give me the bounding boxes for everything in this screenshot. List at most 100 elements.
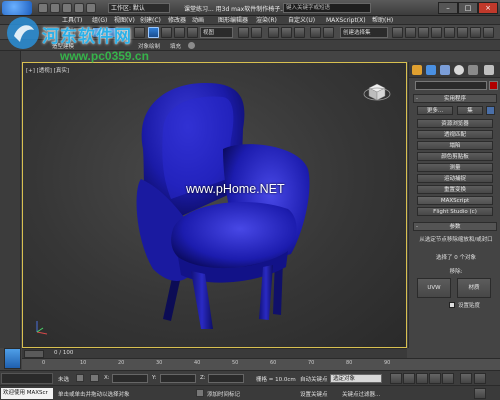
chair-model[interactable] — [123, 79, 313, 334]
material-editor-icon[interactable] — [457, 27, 468, 38]
maximize-button[interactable]: □ — [458, 2, 478, 14]
y-coordinate-label: Y: — [152, 375, 157, 381]
curve-editor-icon[interactable] — [431, 27, 442, 38]
next-frame-icon[interactable] — [429, 373, 441, 384]
viewcube-icon[interactable] — [363, 78, 391, 106]
command-panel: - 实用程序 更多... 集 资源浏览器 透视匹配 塌陷 颜色剪贴板 测量 运动… — [408, 62, 500, 348]
utility-button[interactable]: 重置变换 — [417, 185, 493, 194]
hierarchy-tab-icon[interactable] — [440, 65, 450, 75]
track-bar[interactable]: 0 10 20 30 40 50 60 70 80 90 — [22, 358, 500, 370]
search-input[interactable]: 键入关键字或短语 — [283, 3, 371, 13]
menu-maxscript[interactable]: MAXScript(X) — [326, 17, 366, 24]
y-coordinate-field[interactable] — [160, 374, 196, 383]
utility-button[interactable]: 资源浏览器 — [417, 119, 493, 128]
render-setup-icon[interactable] — [470, 27, 481, 38]
play-icon[interactable] — [416, 373, 428, 384]
maxscript-listener-top[interactable] — [1, 373, 53, 384]
utility-button[interactable]: Flight Studio (c) — [417, 207, 493, 216]
time-slider-handle[interactable] — [24, 350, 44, 358]
orbit-icon[interactable] — [474, 373, 486, 384]
menu-graph-editors[interactable]: 图形编辑器 — [218, 17, 248, 24]
display-tab-icon[interactable] — [468, 65, 478, 75]
utilities-tab-icon[interactable] — [484, 65, 494, 75]
go-to-end-icon[interactable] — [442, 373, 454, 384]
render-icon[interactable] — [483, 27, 494, 38]
utility-button[interactable]: MAXScript — [417, 196, 493, 205]
parameters-rollout-title: 参数 — [449, 224, 461, 230]
timeline-tick: 40 — [194, 360, 201, 366]
object-color-swatch[interactable] — [489, 81, 498, 90]
menu-help[interactable]: 帮助(H) — [372, 17, 393, 24]
modify-tab-icon[interactable] — [426, 65, 436, 75]
set-key-button[interactable]: 设置关键点 — [300, 390, 328, 398]
site-url: www.pc0359.cn — [60, 49, 149, 63]
time-slider[interactable]: 0 / 100 — [22, 348, 407, 358]
schematic-view-icon[interactable] — [444, 27, 455, 38]
named-selection-set-dropdown[interactable]: 创建选择集 — [340, 27, 388, 38]
uvw-button[interactable]: UVW — [417, 278, 451, 298]
material-button[interactable]: 材质 — [457, 278, 491, 298]
selection-count-text: 选择了 0 个对象 — [436, 255, 476, 261]
utility-button[interactable]: 运动捕捉 — [417, 174, 493, 183]
utility-button[interactable]: 塌陷 — [417, 141, 493, 150]
minimize-button[interactable]: – — [438, 2, 458, 14]
select-manipulate-icon[interactable] — [251, 27, 262, 38]
reset-checkbox[interactable] — [449, 302, 455, 308]
x-coordinate-field[interactable] — [112, 374, 148, 383]
go-to-start-icon[interactable] — [390, 373, 402, 384]
key-filters-button[interactable]: 关键点过滤器... — [342, 390, 380, 398]
absolute-mode-icon[interactable] — [90, 374, 99, 382]
sets-button[interactable]: 集 — [457, 106, 483, 115]
mirror-icon[interactable] — [392, 27, 403, 38]
timeline-tick: 70 — [308, 360, 315, 366]
site-logo-icon — [7, 17, 39, 49]
layer-manager-icon[interactable] — [418, 27, 429, 38]
collapse-icon: - — [416, 224, 418, 230]
menu-customize[interactable]: 自定义(U) — [288, 17, 315, 24]
reference-coordinate-dropdown[interactable]: 视图 — [200, 27, 233, 38]
status-bar-top: 未选 X: Y: Z: 栅格 = 10.0cm 自动关键点 选定对象 — [0, 370, 500, 385]
reset-checkbox-label: 设置贴度 — [458, 303, 481, 309]
maxscript-listener[interactable]: 欢迎使用 MAXScr — [1, 388, 53, 399]
utility-button[interactable]: 测量 — [417, 163, 493, 172]
parameters-rollout-header[interactable]: - 参数 — [413, 222, 497, 231]
timeline-tick: 80 — [346, 360, 353, 366]
auto-key-button[interactable]: 自动关键点 — [300, 375, 328, 383]
more-button[interactable]: 更多... — [417, 106, 453, 115]
status-bar-bottom: 欢迎使用 MAXScr 单击或单击并拖动以选择对象 添加时间标记 设置关键点 关… — [0, 385, 500, 400]
add-time-tag[interactable]: 添加时间标记 — [207, 390, 240, 398]
maximize-viewport-icon[interactable] — [474, 388, 486, 399]
menu-rendering[interactable]: 渲染(R) — [256, 17, 277, 24]
configure-sets-icon[interactable] — [486, 106, 495, 115]
mini-listener-icon[interactable] — [4, 348, 21, 369]
z-coordinate-field[interactable] — [208, 374, 244, 383]
utilities-rollout-title: 实用程序 — [443, 96, 466, 102]
utility-button[interactable]: 透视匹配 — [417, 130, 493, 139]
selection-status: 未选 — [58, 377, 70, 383]
lock-selection-icon[interactable] — [76, 374, 84, 382]
selected-objects-dropdown[interactable]: 选定对象 — [330, 374, 382, 383]
command-panel-tabs — [409, 62, 500, 78]
snaps-toggle-icon[interactable] — [310, 27, 321, 38]
create-tab-icon[interactable] — [412, 65, 422, 75]
object-name-field[interactable] — [415, 81, 487, 90]
perspective-viewport[interactable]: [+] [透视] [真实] www.pHome.NET — [22, 62, 407, 348]
time-tag-icon[interactable] — [196, 389, 204, 397]
close-button[interactable]: × — [478, 2, 498, 14]
angle-snap-icon[interactable] — [323, 27, 334, 38]
previous-frame-icon[interactable] — [403, 373, 415, 384]
select-move-icon[interactable] — [268, 27, 279, 38]
select-scale-icon[interactable] — [294, 27, 305, 38]
utilities-rollout-header[interactable]: - 实用程序 — [413, 94, 497, 103]
motion-tab-icon[interactable] — [454, 65, 464, 75]
align-icon[interactable] — [405, 27, 416, 38]
utility-button[interactable]: 颜色剪贴板 — [417, 152, 493, 161]
pivot-center-icon[interactable] — [238, 27, 249, 38]
site-logo-overlay: 河东软件网 www.pc0359.cn — [4, 10, 194, 72]
timeline-tick: 60 — [270, 360, 277, 366]
axis-tripod-icon — [36, 321, 48, 335]
select-rotate-icon[interactable] — [281, 27, 292, 38]
timeline-tick: 10 — [80, 360, 87, 366]
zoom-icon[interactable] — [460, 373, 472, 384]
document-title: 课堂练习... 用3d max软件制作椅子... — [184, 6, 286, 13]
